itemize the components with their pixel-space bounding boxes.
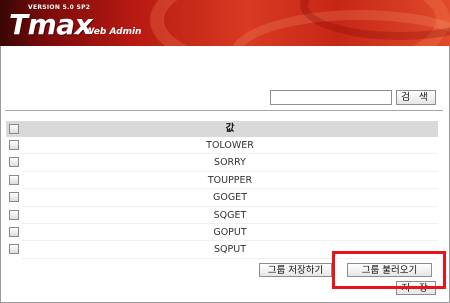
search-button[interactable]: 검 색	[396, 90, 436, 105]
table-row: TOLOWER	[6, 137, 438, 155]
row-value: TOUPPER	[22, 172, 438, 190]
select-all-checkbox[interactable]	[9, 124, 19, 134]
row-checkbox[interactable]	[9, 140, 19, 150]
row-value: GOGET	[22, 189, 438, 207]
app-header: VERSION 5.0 SP2 Tmax / Web Admin	[0, 0, 450, 46]
row-checkbox[interactable]	[9, 244, 19, 255]
row-value: TOLOWER	[22, 137, 438, 155]
value-table: 값 TOLOWER SORRY TOUPPER GOGET SQGET GOPU…	[6, 121, 438, 259]
row-value: SQGET	[22, 207, 438, 224]
row-checkbox[interactable]	[9, 192, 19, 203]
highlight-box	[332, 251, 446, 289]
table-row: SQGET	[6, 206, 438, 224]
table-header-row: 값	[6, 121, 438, 137]
search-input[interactable]	[270, 90, 392, 105]
table-row: TOUPPER	[6, 171, 438, 190]
row-checkbox[interactable]	[9, 174, 19, 185]
save-group-button[interactable]: 그룹 저장하기	[259, 263, 332, 277]
divider	[5, 110, 443, 111]
row-checkbox[interactable]	[9, 226, 19, 237]
table-row: SORRY	[6, 154, 438, 172]
column-header-value: 값	[225, 123, 235, 134]
row-value: SORRY	[22, 154, 438, 172]
row-value: GOPUT	[22, 224, 438, 242]
table-row: GOGET	[6, 189, 438, 207]
logo-subtitle: / Web Admin	[78, 27, 142, 37]
table-row: GOPUT	[6, 223, 438, 242]
row-checkbox[interactable]	[9, 209, 19, 220]
row-checkbox[interactable]	[9, 157, 19, 168]
